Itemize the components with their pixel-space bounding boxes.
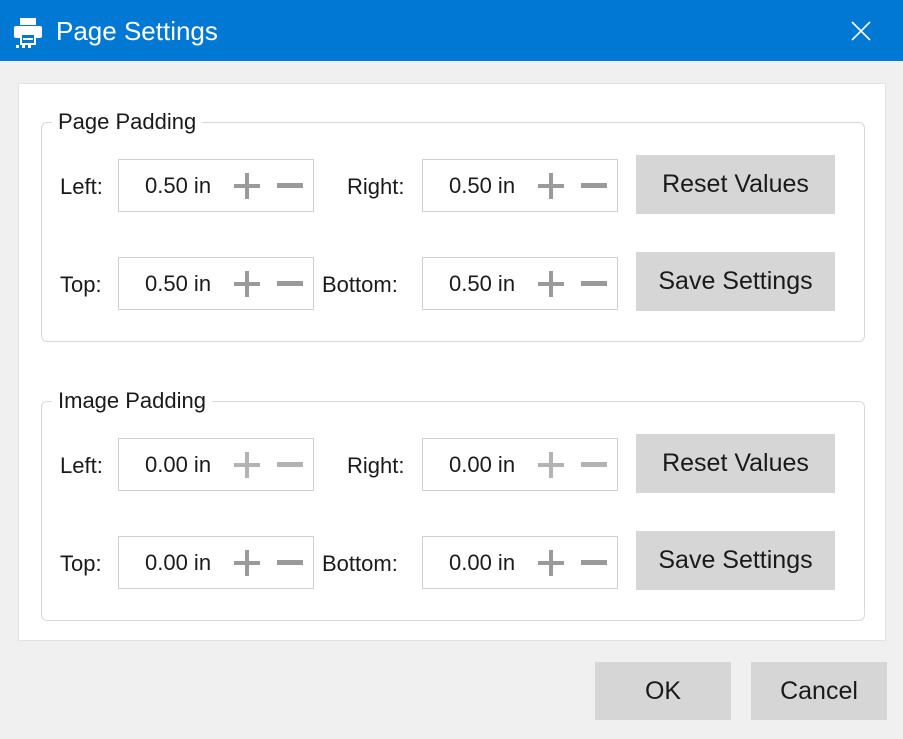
cancel-button[interactable]: Cancel [751,662,887,720]
image-top-value[interactable]: 0.00 in [145,549,211,577]
title-bar: Page Settings [0,0,903,61]
plus-icon[interactable] [536,269,566,299]
minus-icon[interactable] [275,171,305,201]
minus-icon[interactable] [275,548,305,578]
minus-icon[interactable] [275,450,305,480]
minus-icon[interactable] [579,171,609,201]
window-title: Page Settings [56,16,218,46]
page-top-value[interactable]: 0.50 in [145,270,211,298]
plus-icon[interactable] [232,450,262,480]
image-bottom-label: Bottom: [322,551,398,576]
image-bottom-field[interactable]: 0.00 in [422,536,618,589]
ok-button[interactable]: OK [595,662,731,720]
image-top-field[interactable]: 0.00 in [118,536,314,589]
image-right-label: Right: [347,453,405,478]
page-bottom-value[interactable]: 0.50 in [449,270,515,298]
image-left-field[interactable]: 0.00 in [118,438,314,491]
plus-icon[interactable] [536,450,566,480]
image-reset-values-button[interactable]: Reset Values [636,434,835,493]
page-reset-values-button[interactable]: Reset Values [636,155,835,214]
image-padding-legend: Image Padding [52,387,212,415]
settings-panel: Page Padding Left: 0.50 in Right: 0.50 i… [18,83,886,641]
page-right-label: Right: [347,174,405,199]
image-save-settings-button[interactable]: Save Settings [636,531,835,590]
image-bottom-value[interactable]: 0.00 in [449,549,515,577]
image-right-value[interactable]: 0.00 in [449,451,515,479]
page-bottom-label: Bottom: [322,272,398,297]
page-padding-legend: Page Padding [52,108,203,136]
plus-icon[interactable] [232,171,262,201]
minus-icon[interactable] [275,269,305,299]
page-save-settings-button[interactable]: Save Settings [636,252,835,311]
minus-icon[interactable] [579,450,609,480]
plus-icon[interactable] [232,548,262,578]
minus-icon[interactable] [579,548,609,578]
close-icon[interactable] [842,12,880,50]
image-padding-group: Image Padding Left: 0.00 in Right: 0.00 … [41,387,865,621]
page-bottom-field[interactable]: 0.50 in [422,257,618,310]
image-left-value[interactable]: 0.00 in [145,451,211,479]
plus-icon[interactable] [536,171,566,201]
page-left-value[interactable]: 0.50 in [145,172,211,200]
minus-icon[interactable] [579,269,609,299]
printer-icon [12,16,44,48]
image-top-label: Top: [60,551,102,576]
page-top-label: Top: [60,272,102,297]
page-right-value[interactable]: 0.50 in [449,172,515,200]
page-left-label: Left: [60,174,103,199]
page-left-field[interactable]: 0.50 in [118,159,314,212]
image-right-field[interactable]: 0.00 in [422,438,618,491]
plus-icon[interactable] [536,548,566,578]
page-right-field[interactable]: 0.50 in [422,159,618,212]
image-left-label: Left: [60,453,103,478]
page-top-field[interactable]: 0.50 in [118,257,314,310]
page-padding-group: Page Padding Left: 0.50 in Right: 0.50 i… [41,108,865,342]
plus-icon[interactable] [232,269,262,299]
